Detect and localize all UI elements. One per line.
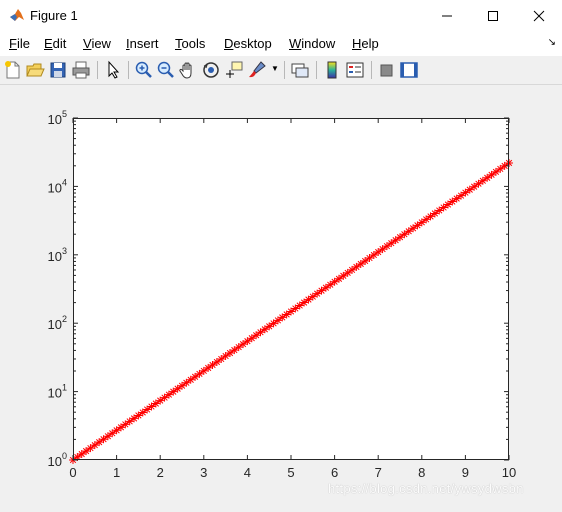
y-tick-label: 105 (48, 109, 67, 127)
insert-colorbar-icon[interactable] (322, 60, 342, 80)
menu-view[interactable]: View (83, 36, 111, 51)
x-tick-label: 1 (113, 465, 120, 480)
x-tick-label: 9 (462, 465, 469, 480)
x-tick-label: 10 (502, 465, 516, 480)
matlab-icon (10, 9, 24, 21)
axes-background[interactable] (73, 118, 509, 460)
y-tick-label: 101 (48, 383, 67, 401)
y-tick-label: 100 (48, 451, 67, 469)
hide-plot-tools-icon[interactable] (377, 60, 397, 80)
maximize-icon (488, 10, 498, 21)
new-figure-icon[interactable] (3, 60, 23, 80)
menu-insert[interactable]: Insert (126, 36, 159, 51)
maximize-button[interactable] (470, 0, 516, 31)
watermark-text: https://blog.csdn.net/ywsydwsbn (328, 481, 524, 496)
minimize-icon (442, 15, 452, 16)
toolbar-separator (128, 61, 129, 79)
x-tick-label: 8 (418, 465, 425, 480)
brush-icon[interactable] (247, 60, 267, 80)
figure-canvas: 0 1 2 3 4 5 6 7 8 9 10 100 101 102 103 104 105 (0, 85, 562, 507)
print-icon[interactable] (71, 60, 91, 80)
minimize-button[interactable] (424, 0, 470, 31)
menu-tools[interactable]: Tools (175, 36, 205, 51)
menu-edit[interactable]: Edit (44, 36, 66, 51)
x-tick-label: 4 (244, 465, 251, 480)
menu-window[interactable]: Window (289, 36, 335, 51)
x-tick-label: 6 (331, 465, 338, 480)
toolbar-separator (97, 61, 98, 79)
show-plot-tools-icon[interactable] (399, 60, 419, 80)
close-icon (533, 10, 545, 21)
zoom-out-icon[interactable] (156, 60, 176, 80)
x-tick-label: 0 (69, 465, 76, 480)
title-bar: Figure 1 (0, 0, 562, 31)
y-tick-label: 102 (48, 314, 67, 332)
menu-file[interactable]: File (9, 36, 30, 51)
y-tick-label: 104 (48, 177, 67, 195)
x-tick-label: 7 (375, 465, 382, 480)
brush-dropdown-icon[interactable]: ▼ (271, 64, 279, 73)
x-tick-label: 2 (157, 465, 164, 480)
pan-icon[interactable] (178, 60, 198, 80)
x-tick-label: 3 (200, 465, 207, 480)
link-plot-icon[interactable] (290, 60, 310, 80)
y-tick-label: 103 (48, 246, 67, 264)
open-file-icon[interactable] (25, 60, 45, 80)
insert-legend-icon[interactable] (345, 60, 365, 80)
pointer-icon[interactable] (104, 60, 124, 80)
menu-desktop[interactable]: Desktop (224, 36, 272, 51)
save-icon[interactable] (48, 60, 68, 80)
data-cursor-icon[interactable] (224, 60, 244, 80)
menu-bar: File Edit View Insert Tools Desktop Wind… (0, 31, 562, 56)
x-tick-label: 5 (287, 465, 294, 480)
menu-help[interactable]: Help (352, 36, 379, 51)
zoom-in-icon[interactable] (134, 60, 154, 80)
toolbar-separator (371, 61, 372, 79)
toolbar-separator (316, 61, 317, 79)
rotate-3d-icon[interactable] (201, 60, 221, 80)
menu-dock-arrow-icon[interactable]: ↘ (548, 37, 556, 48)
toolbar-separator (284, 61, 285, 79)
window-title: Figure 1 (30, 8, 78, 23)
close-button[interactable] (516, 0, 562, 31)
figure-toolbar: ▼ (0, 56, 562, 85)
plot-svg[interactable]: 0 1 2 3 4 5 6 7 8 9 10 100 101 102 103 104 105 (0, 85, 562, 507)
